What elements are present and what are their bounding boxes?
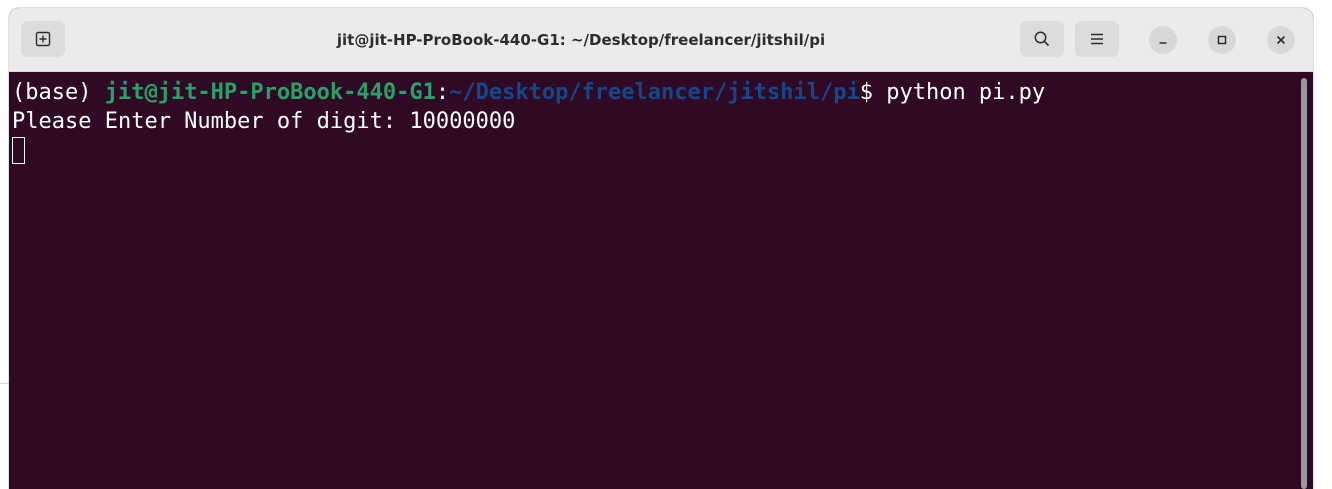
new-tab-button[interactable] [21,21,65,57]
terminal-window: jit@jit-HP-ProBook-440-G1: ~/Desktop/fre… [9,8,1313,489]
close-button[interactable] [1267,26,1295,54]
output-line: Please Enter Number of digit: 10000000 [12,109,516,134]
title-bar[interactable]: jit@jit-HP-ProBook-440-G1: ~/Desktop/fre… [9,8,1313,72]
new-tab-icon [35,31,51,47]
maximize-icon [1217,35,1227,45]
window-title: jit@jit-HP-ProBook-440-G1: ~/Desktop/fre… [336,31,826,49]
minimize-icon [1159,42,1167,44]
scrollbar[interactable] [1301,78,1307,489]
minimize-button[interactable] [1149,26,1177,54]
search-icon [1034,31,1050,47]
menu-button[interactable] [1075,21,1119,57]
prompt-path: ~/Desktop/freelancer/jitshil/pi [449,80,860,105]
prompt-line: (base) jit@jit-HP-ProBook-440-G1:~/Deskt… [12,78,1313,107]
background-strip [0,0,9,489]
hamburger-menu-icon [1091,33,1103,45]
prompt-user-host: jit@jit-HP-ProBook-440-G1 [104,80,436,105]
screen: jit@jit-HP-ProBook-440-G1: ~/Desktop/fre… [0,0,1332,489]
background-divider [0,383,9,384]
prompt-command: python pi.py [886,80,1046,105]
cursor-line[interactable] [12,136,1313,165]
prompt-separator: : [435,80,450,105]
terminal-output[interactable]: (base) jit@jit-HP-ProBook-440-G1:~/Deskt… [9,72,1313,489]
search-button[interactable] [1020,21,1064,57]
close-icon [1276,35,1286,45]
conda-env: (base) [12,80,105,105]
prompt-symbol: $ [859,80,887,105]
maximize-button[interactable] [1208,26,1236,54]
text-cursor [12,137,25,164]
